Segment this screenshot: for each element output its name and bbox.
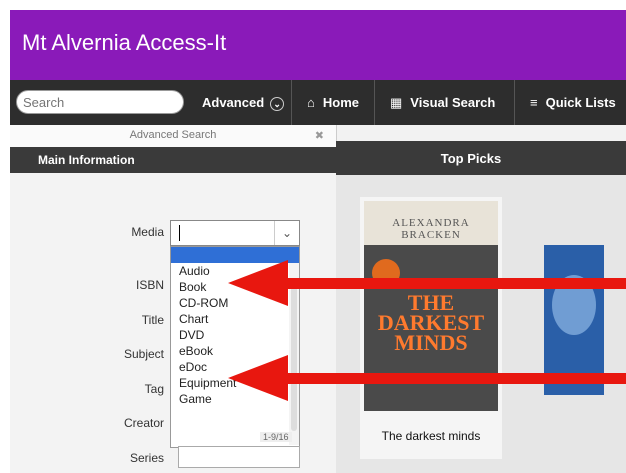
app-window: Mt Alvernia Access-It Advanced⌄ ⌂Home ▦V…: [10, 10, 626, 473]
red-arrow-icon: [228, 260, 626, 306]
red-arrow-icon: [228, 355, 626, 401]
annotation-arrows: [228, 260, 626, 401]
